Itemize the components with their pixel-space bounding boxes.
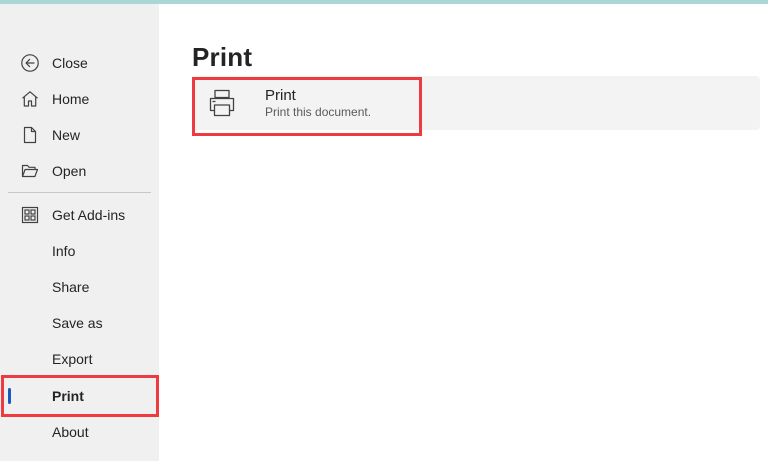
sidebar-item-home[interactable]: Home [0, 81, 159, 117]
page-title: Print [192, 42, 253, 72]
sidebar-item-info[interactable]: Info [0, 233, 159, 269]
sidebar-item-about[interactable]: About [0, 414, 159, 450]
sidebar-item-open[interactable]: Open [0, 153, 159, 189]
highlight-box-print-option [192, 77, 422, 136]
sidebar-item-label: Info [52, 243, 76, 259]
home-icon [20, 89, 40, 109]
new-document-icon [20, 125, 40, 145]
sidebar-item-label: Close [52, 55, 88, 71]
sidebar-item-label: Export [52, 351, 93, 367]
sidebar-item-close[interactable]: Close [0, 45, 159, 81]
sidebar-item-label: Home [52, 91, 90, 107]
back-arrow-icon [20, 53, 40, 73]
sidebar-item-label: Share [52, 279, 90, 295]
main-panel: Print Print Print this document. [159, 4, 768, 461]
highlight-box-sidebar-print [1, 375, 159, 417]
sidebar-item-label: Open [52, 163, 87, 179]
sidebar-item-get-add-ins[interactable]: Get Add-ins [0, 197, 159, 233]
sidebar-item-label: New [52, 127, 81, 143]
sidebar-item-label: About [52, 424, 89, 440]
sidebar-item-new[interactable]: New [0, 117, 159, 153]
folder-open-icon [20, 161, 40, 181]
sidebar-item-export[interactable]: Export [0, 341, 159, 377]
add-ins-grid-icon [20, 205, 40, 225]
sidebar-item-label: Save as [52, 315, 103, 331]
sidebar-item-share[interactable]: Share [0, 269, 159, 305]
sidebar-item-save-as[interactable]: Save as [0, 305, 159, 341]
sidebar-item-label: Get Add-ins [52, 207, 126, 223]
sidebar-divider [8, 192, 151, 193]
